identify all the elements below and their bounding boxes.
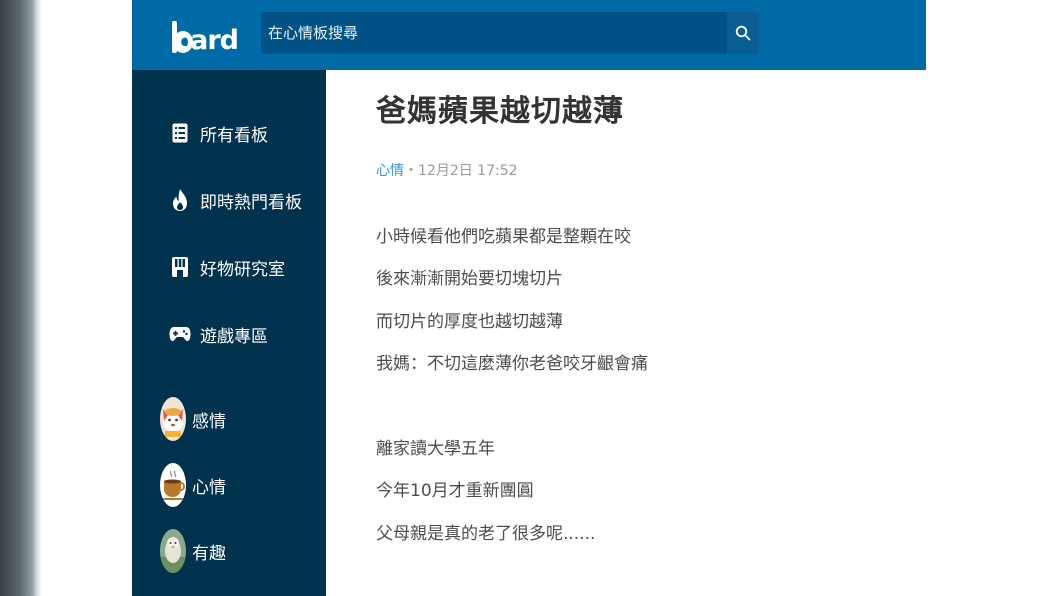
sidebar-item-mood[interactable]: 心情 [132,458,326,512]
dog-avatar-icon [160,397,186,441]
search-icon [735,25,751,41]
search-button[interactable] [727,12,759,54]
blurred-left-edge [0,0,42,596]
shop-icon [172,257,188,277]
sidebar-item-label: 遊戲專區 [200,326,268,347]
post-body-line: 父母親是真的老了很多呢...... [376,524,596,544]
search-input[interactable] [261,12,725,54]
post-body-line: 我媽：不切這麼薄你老爸咬牙齦會痛 [376,354,648,374]
sidebar-item-label: 有趣 [192,543,226,564]
dcard-logo[interactable]: card [172,12,239,56]
sidebar-item-product-lab[interactable]: 好物研究室 [132,240,326,294]
post-title: 爸媽蘋果越切越薄 [376,94,624,129]
sidebar-item-trending[interactable]: 即時熱門看板 [132,173,326,227]
post-content: 爸媽蘋果越切越薄 心情・12月2日 17:52 小時候看他們吃蘋果都是整顆在咬 … [326,70,926,596]
sidebar-item-fun[interactable]: 有趣 [132,524,326,578]
dcard-app: card 在心情板搜尋 所有看板 即時熱門看板 好物研究室 遊戲專區 感情 心情… [132,0,926,596]
sidebar-item-label: 好物研究室 [200,259,285,280]
sidebar: 所有看板 即時熱門看板 好物研究室 遊戲專區 感情 心情 有趣 [132,70,326,596]
list-icon [172,123,188,143]
search-box [261,12,759,54]
sidebar-item-games[interactable]: 遊戲專區 [132,307,326,361]
sidebar-item-label: 感情 [192,411,226,432]
gamepad-icon [169,327,191,341]
post-body-line: 而切片的厚度也越切越薄 [376,312,563,332]
flame-icon [173,189,187,211]
post-body-line: 離家讀大學五年 [376,439,495,459]
post-body-line: 小時候看他們吃蘋果都是整顆在咬 [376,227,631,247]
post-forum-link[interactable]: 心情 [376,163,404,179]
sidebar-item-relationship[interactable]: 感情 [132,392,326,446]
post-timestamp: 12月2日 17:52 [418,163,518,179]
meta-separator: ・ [404,163,418,179]
top-navigation-bar: card [132,0,926,70]
sidebar-item-label: 所有看板 [200,125,268,146]
dcard-logo-mark-icon [172,21,193,53]
coffee-avatar-icon [160,463,186,507]
sidebar-item-all-boards[interactable]: 所有看板 [132,106,326,160]
alpaca-avatar-icon [160,529,186,573]
sidebar-item-label: 即時熱門看板 [200,192,302,213]
post-body-line: 今年10月才重新團圓 [376,481,534,501]
sidebar-item-label: 心情 [192,477,226,498]
post-meta: 心情・12月2日 17:52 [376,160,518,180]
post-body-line: 後來漸漸開始要切塊切片 [376,269,563,289]
